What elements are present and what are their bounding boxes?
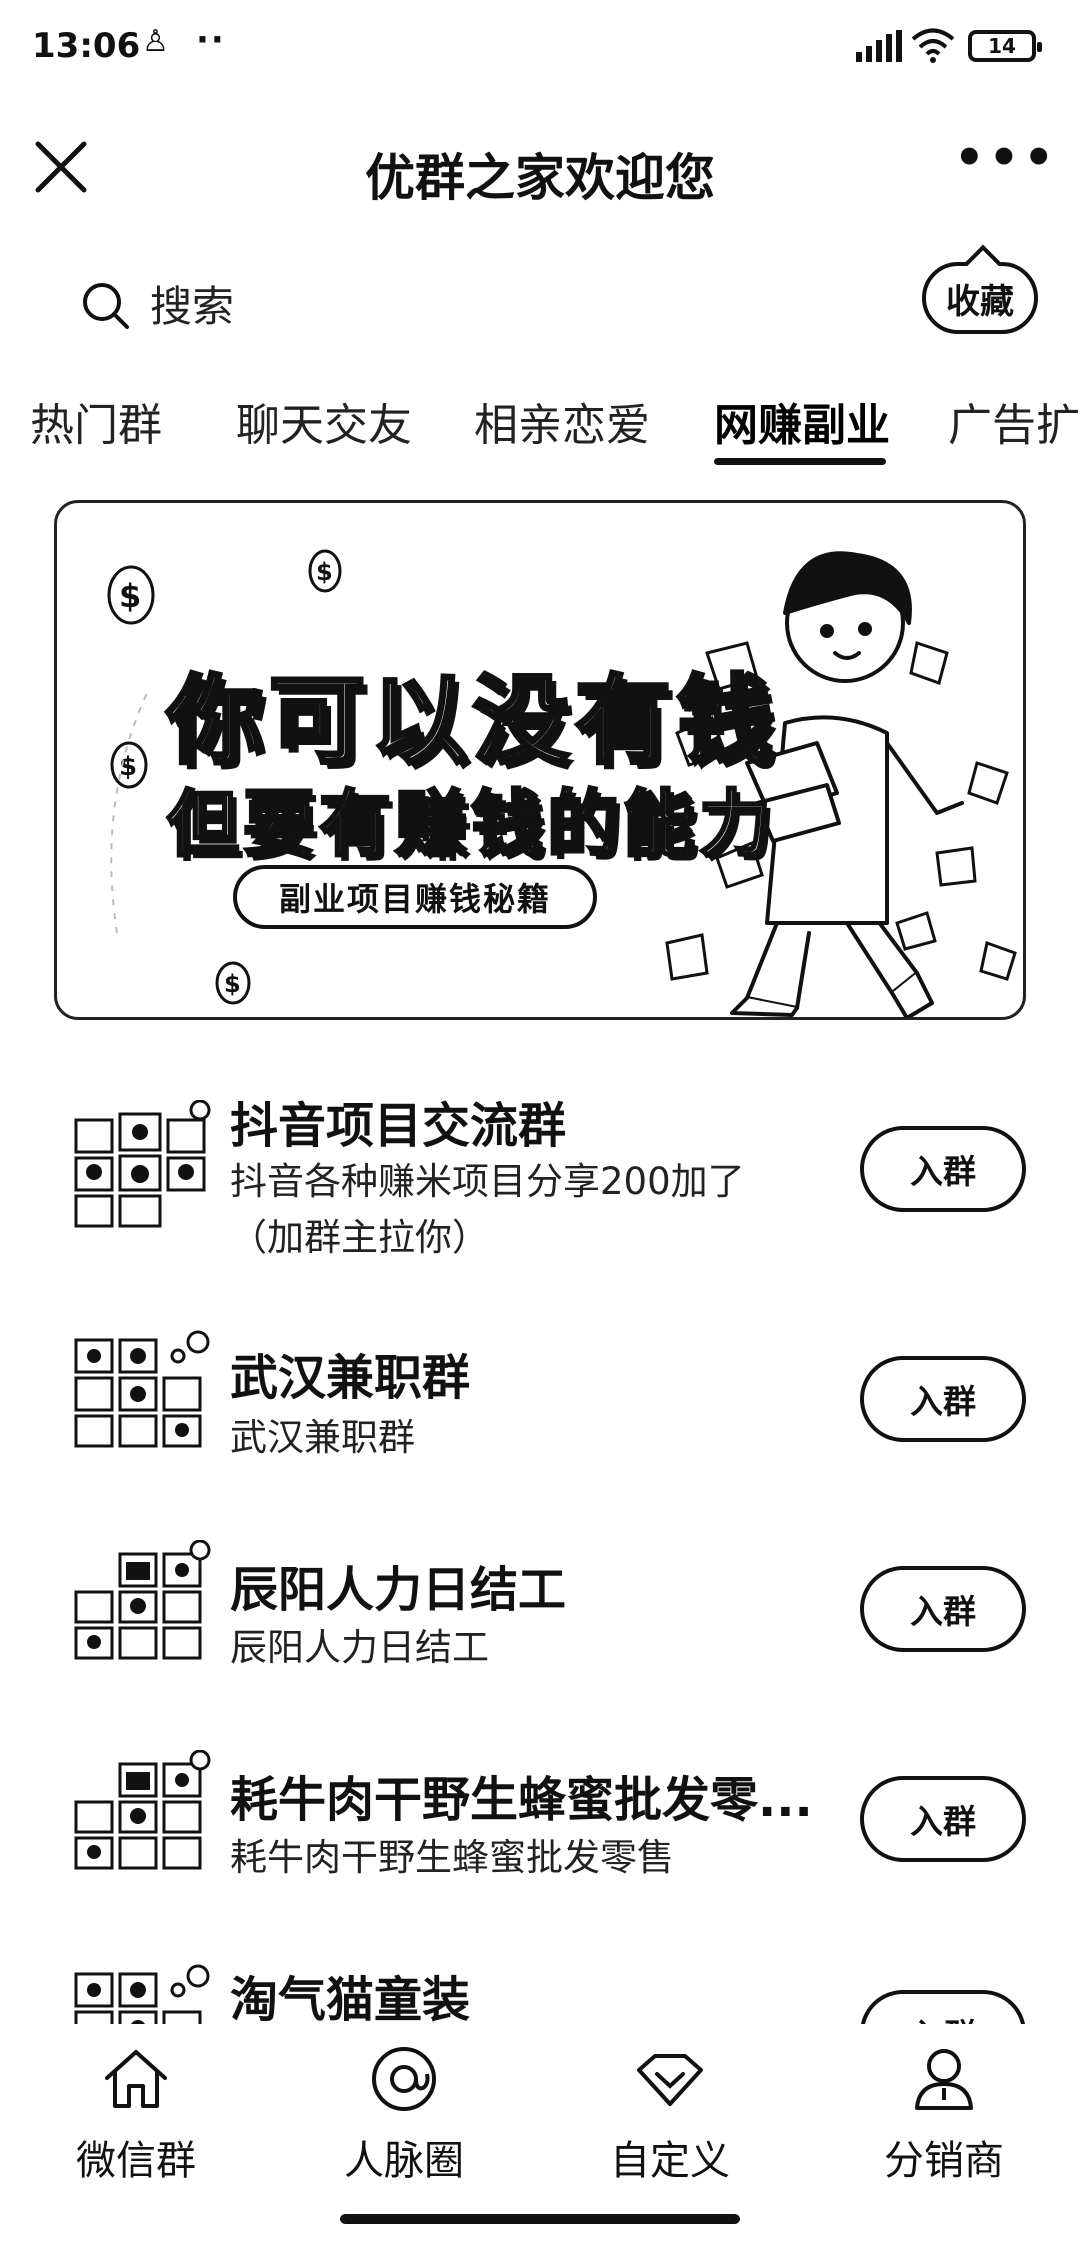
group-list-item[interactable]: 淘气猫童装 入群 [0, 1940, 1080, 2024]
tab-chat-friends[interactable]: 聊天交友 [236, 389, 412, 453]
group-description: 抖音各种赚米项目分享200加了（加群主拉你） [230, 1160, 745, 1259]
favorite-button[interactable]: 收藏 [922, 262, 1038, 334]
more-notifications-icon: ·· [196, 20, 226, 60]
tab-dating[interactable]: 相亲恋爱 [474, 389, 650, 453]
nav-label: 分销商 [884, 2138, 1004, 2184]
diamond-icon [637, 2054, 703, 2106]
tab-advertising[interactable]: 广告扩 [948, 389, 1080, 453]
nav-item-wechat-groups[interactable]: 微信群 [36, 2044, 236, 2186]
join-group-button[interactable]: 入群 [860, 1356, 1026, 1442]
search-input[interactable] [150, 281, 710, 331]
group-avatar [74, 1964, 210, 2024]
status-bar: 13:06 ♙ ·· 14 [0, 0, 1080, 100]
tab-online-earning[interactable]: 网赚副业 [714, 389, 890, 453]
group-name: 辰阳人力日结工 [230, 1562, 567, 1618]
tab-hot-groups[interactable]: 热门群 [30, 389, 162, 453]
signal-icon [856, 30, 902, 62]
wifi-icon [911, 28, 955, 63]
svg-text:$: $ [119, 752, 137, 782]
active-tab-indicator [714, 458, 886, 465]
svg-text:$: $ [316, 558, 333, 586]
group-list-item[interactable]: 抖音项目交流群 抖音各种赚米项目分享200加了（加群主拉你） 入群 [0, 1064, 1080, 1264]
nav-label: 微信群 [76, 2138, 196, 2184]
join-group-button[interactable]: 入群 [860, 1126, 1026, 1212]
svg-text:$: $ [119, 577, 141, 615]
nav-label: 自定义 [610, 2138, 730, 2184]
group-avatar [74, 1330, 210, 1448]
group-name: 淘气猫童装 [230, 1972, 471, 2024]
group-description: 武汉兼职群 [230, 1416, 415, 1459]
person-icon [915, 2049, 973, 2110]
join-group-button[interactable]: 入群 [860, 1990, 1026, 2024]
battery-icon: 14 [968, 30, 1042, 62]
search-bar[interactable] [80, 270, 710, 342]
category-tabs: 热门群 聊天交友 相亲恋爱 网赚副业 广告扩 [0, 375, 1080, 485]
qq-notification-icon: ♙ [142, 24, 169, 59]
home-indicator[interactable] [340, 2214, 740, 2224]
group-list-item[interactable]: 耗牛肉干野生蜂蜜批发零... 耗牛肉干野生蜂蜜批发零售 入群 [0, 1730, 1080, 1930]
group-avatar [74, 1540, 211, 1660]
banner-headline: 你可以没有钱 [165, 663, 779, 779]
group-avatar [74, 1100, 211, 1228]
group-name: 抖音项目交流群 [230, 1098, 567, 1154]
page-title: 优群之家欢迎您 [365, 149, 715, 207]
group-name: 耗牛肉干野生蜂蜜批发零... [230, 1772, 813, 1828]
join-group-button[interactable]: 入群 [860, 1566, 1026, 1652]
search-icon [83, 283, 129, 329]
group-description: 辰阳人力日结工 [230, 1626, 489, 1669]
house-icon [105, 2050, 167, 2108]
group-name: 武汉兼职群 [230, 1350, 471, 1406]
at-circle-icon [372, 2047, 436, 2111]
nav-item-distributor[interactable]: 分销商 [844, 2044, 1044, 2186]
nav-item-network-circle[interactable]: 人脉圈 [304, 2044, 504, 2186]
group-avatar [74, 1750, 211, 1870]
favorite-label: 收藏 [946, 281, 1014, 322]
nav-item-custom[interactable]: 自定义 [570, 2044, 770, 2186]
more-options-icon[interactable]: ••• [954, 134, 1054, 196]
group-list-item[interactable]: 武汉兼职群 武汉兼职群 入群 [0, 1300, 1080, 1500]
join-group-button[interactable]: 入群 [860, 1776, 1026, 1862]
top-header: 优群之家欢迎您 ••• [0, 100, 1080, 230]
group-description: 耗牛肉干野生蜂蜜批发零售 [230, 1836, 674, 1879]
group-list-item[interactable]: 辰阳人力日结工 辰阳人力日结工 入群 [0, 1520, 1080, 1720]
svg-text:$: $ [224, 970, 241, 998]
battery-level: 14 [988, 34, 1016, 58]
nav-label: 人脉圈 [344, 2138, 464, 2184]
banner-cta-button[interactable]: 副业项目赚钱秘籍 [233, 865, 597, 929]
promo-banner[interactable]: $ $ $ $ 你可以没有钱 但要有赚钱的能力 副业项目赚钱秘籍 [54, 500, 1026, 1020]
status-time: 13:06 [32, 26, 141, 66]
banner-subheadline: 但要有赚钱的能力 [165, 781, 776, 868]
